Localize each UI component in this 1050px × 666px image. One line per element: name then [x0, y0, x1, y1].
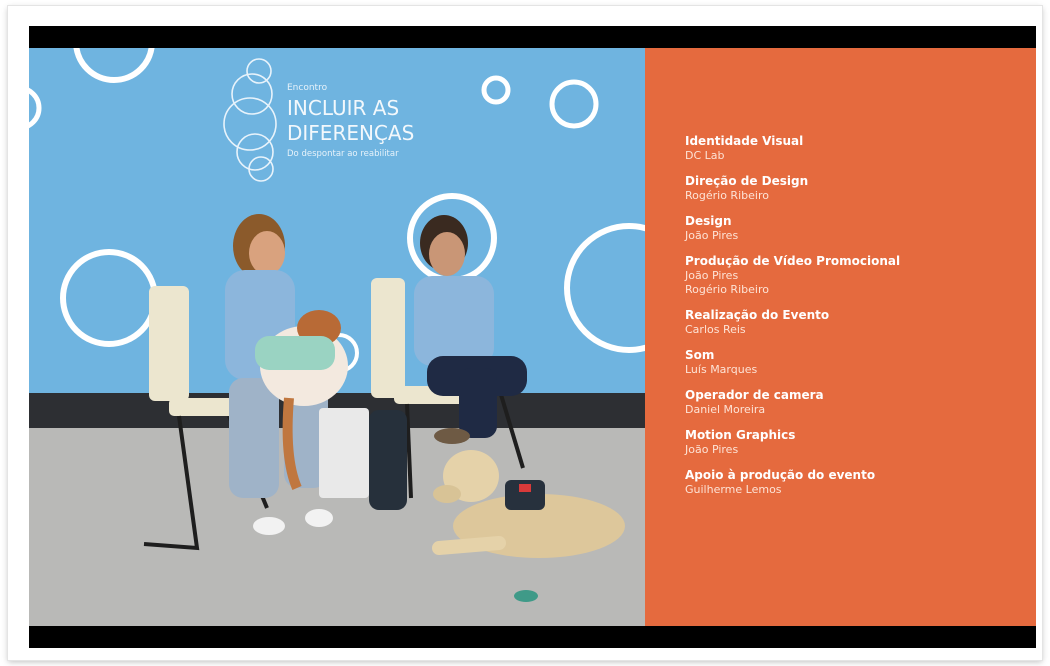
- credit-name: João Pires: [685, 443, 739, 456]
- banner-kicker: Encontro: [287, 83, 328, 93]
- credit-name: Guilherme Lemos: [685, 483, 782, 496]
- credit-item: Produção de Vídeo Promocional João Pires…: [685, 254, 1025, 297]
- video-scene: Encontro INCLUIR AS DIFERENÇAS Do despon…: [29, 48, 645, 626]
- credit-item: Direção de Design Rogério Ribeiro: [685, 174, 1025, 203]
- credit-role: Apoio à produção do evento: [685, 468, 876, 482]
- credit-item: Som Luís Marques: [685, 348, 1025, 377]
- paper-bag: [319, 408, 369, 498]
- video-player[interactable]: Encontro INCLUIR AS DIFERENÇAS Do despon…: [29, 26, 1036, 648]
- dog-toy: [514, 590, 538, 602]
- credit-role: Direção de Design: [685, 174, 809, 188]
- banner-title-line1: INCLUIR AS: [287, 96, 399, 120]
- credit-name: João Pires: [685, 269, 739, 282]
- studio-scene: Encontro INCLUIR AS DIFERENÇAS Do despon…: [29, 48, 645, 626]
- credit-name: Rogério Ribeiro: [685, 283, 769, 296]
- credit-item: Identidade Visual DC Lab: [685, 134, 1025, 163]
- credit-item: Motion Graphics João Pires: [685, 428, 1025, 457]
- credit-item: Design João Pires: [685, 214, 1025, 243]
- credit-role: Design: [685, 214, 732, 228]
- credit-item: Realização do Evento Carlos Reis: [685, 308, 1025, 337]
- credit-role: Identidade Visual: [685, 134, 804, 148]
- credit-role: Produção de Vídeo Promocional: [685, 254, 901, 268]
- credit-role: Motion Graphics: [685, 428, 796, 442]
- credit-name: Carlos Reis: [685, 323, 746, 336]
- credit-item: Apoio à produção do evento Guilherme Lem…: [685, 468, 1025, 497]
- credit-name: João Pires: [685, 229, 739, 242]
- credit-name: Daniel Moreira: [685, 403, 766, 416]
- credit-role: Som: [685, 348, 715, 362]
- banner-title-line2: DIFERENÇAS: [287, 121, 414, 145]
- credit-item: Operador de camera Daniel Moreira: [685, 388, 1025, 417]
- banner-subtitle: Do despontar ao reabilitar: [287, 149, 399, 159]
- credit-name: DC Lab: [685, 149, 725, 162]
- credits-list: Identidade Visual DC Lab Direção de Desi…: [685, 134, 1025, 508]
- credit-name: Luís Marques: [685, 363, 758, 376]
- credit-name: Rogério Ribeiro: [685, 189, 769, 202]
- credits-panel: Identidade Visual DC Lab Direção de Desi…: [645, 48, 1036, 626]
- credit-role: Operador de camera: [685, 388, 824, 402]
- backpack: [369, 410, 407, 510]
- credit-role: Realização do Evento: [685, 308, 830, 322]
